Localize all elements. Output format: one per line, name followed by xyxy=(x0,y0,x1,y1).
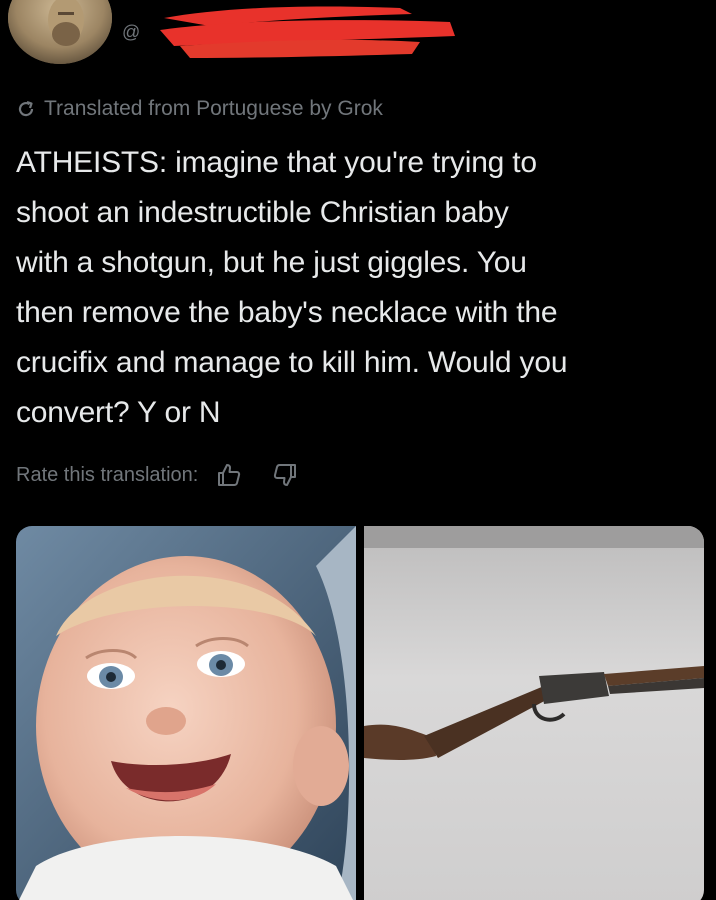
thumbs-up-icon[interactable] xyxy=(212,458,246,492)
translation-notice: Translated from Portuguese by Grok xyxy=(16,94,383,124)
user-avatar-icon xyxy=(8,0,112,64)
translation-label: Translated from Portuguese by Grok xyxy=(44,97,383,120)
post: @ Translated from Portuguese by Grok ATH… xyxy=(0,0,716,900)
refresh-icon xyxy=(16,99,36,119)
rate-label: Rate this translation: xyxy=(16,463,199,486)
baby-photo[interactable] xyxy=(16,526,356,900)
thumbs-down-icon[interactable] xyxy=(268,458,302,492)
media-grid xyxy=(16,526,704,900)
avatar[interactable] xyxy=(8,0,112,64)
redaction-scribble xyxy=(160,6,455,58)
user-handle[interactable]: @ xyxy=(122,22,140,43)
shotgun-photo[interactable] xyxy=(364,526,704,900)
rate-translation-row: Rate this translation: xyxy=(16,458,302,492)
post-text: ATHEISTS: imagine that you're trying to … xyxy=(16,146,568,429)
